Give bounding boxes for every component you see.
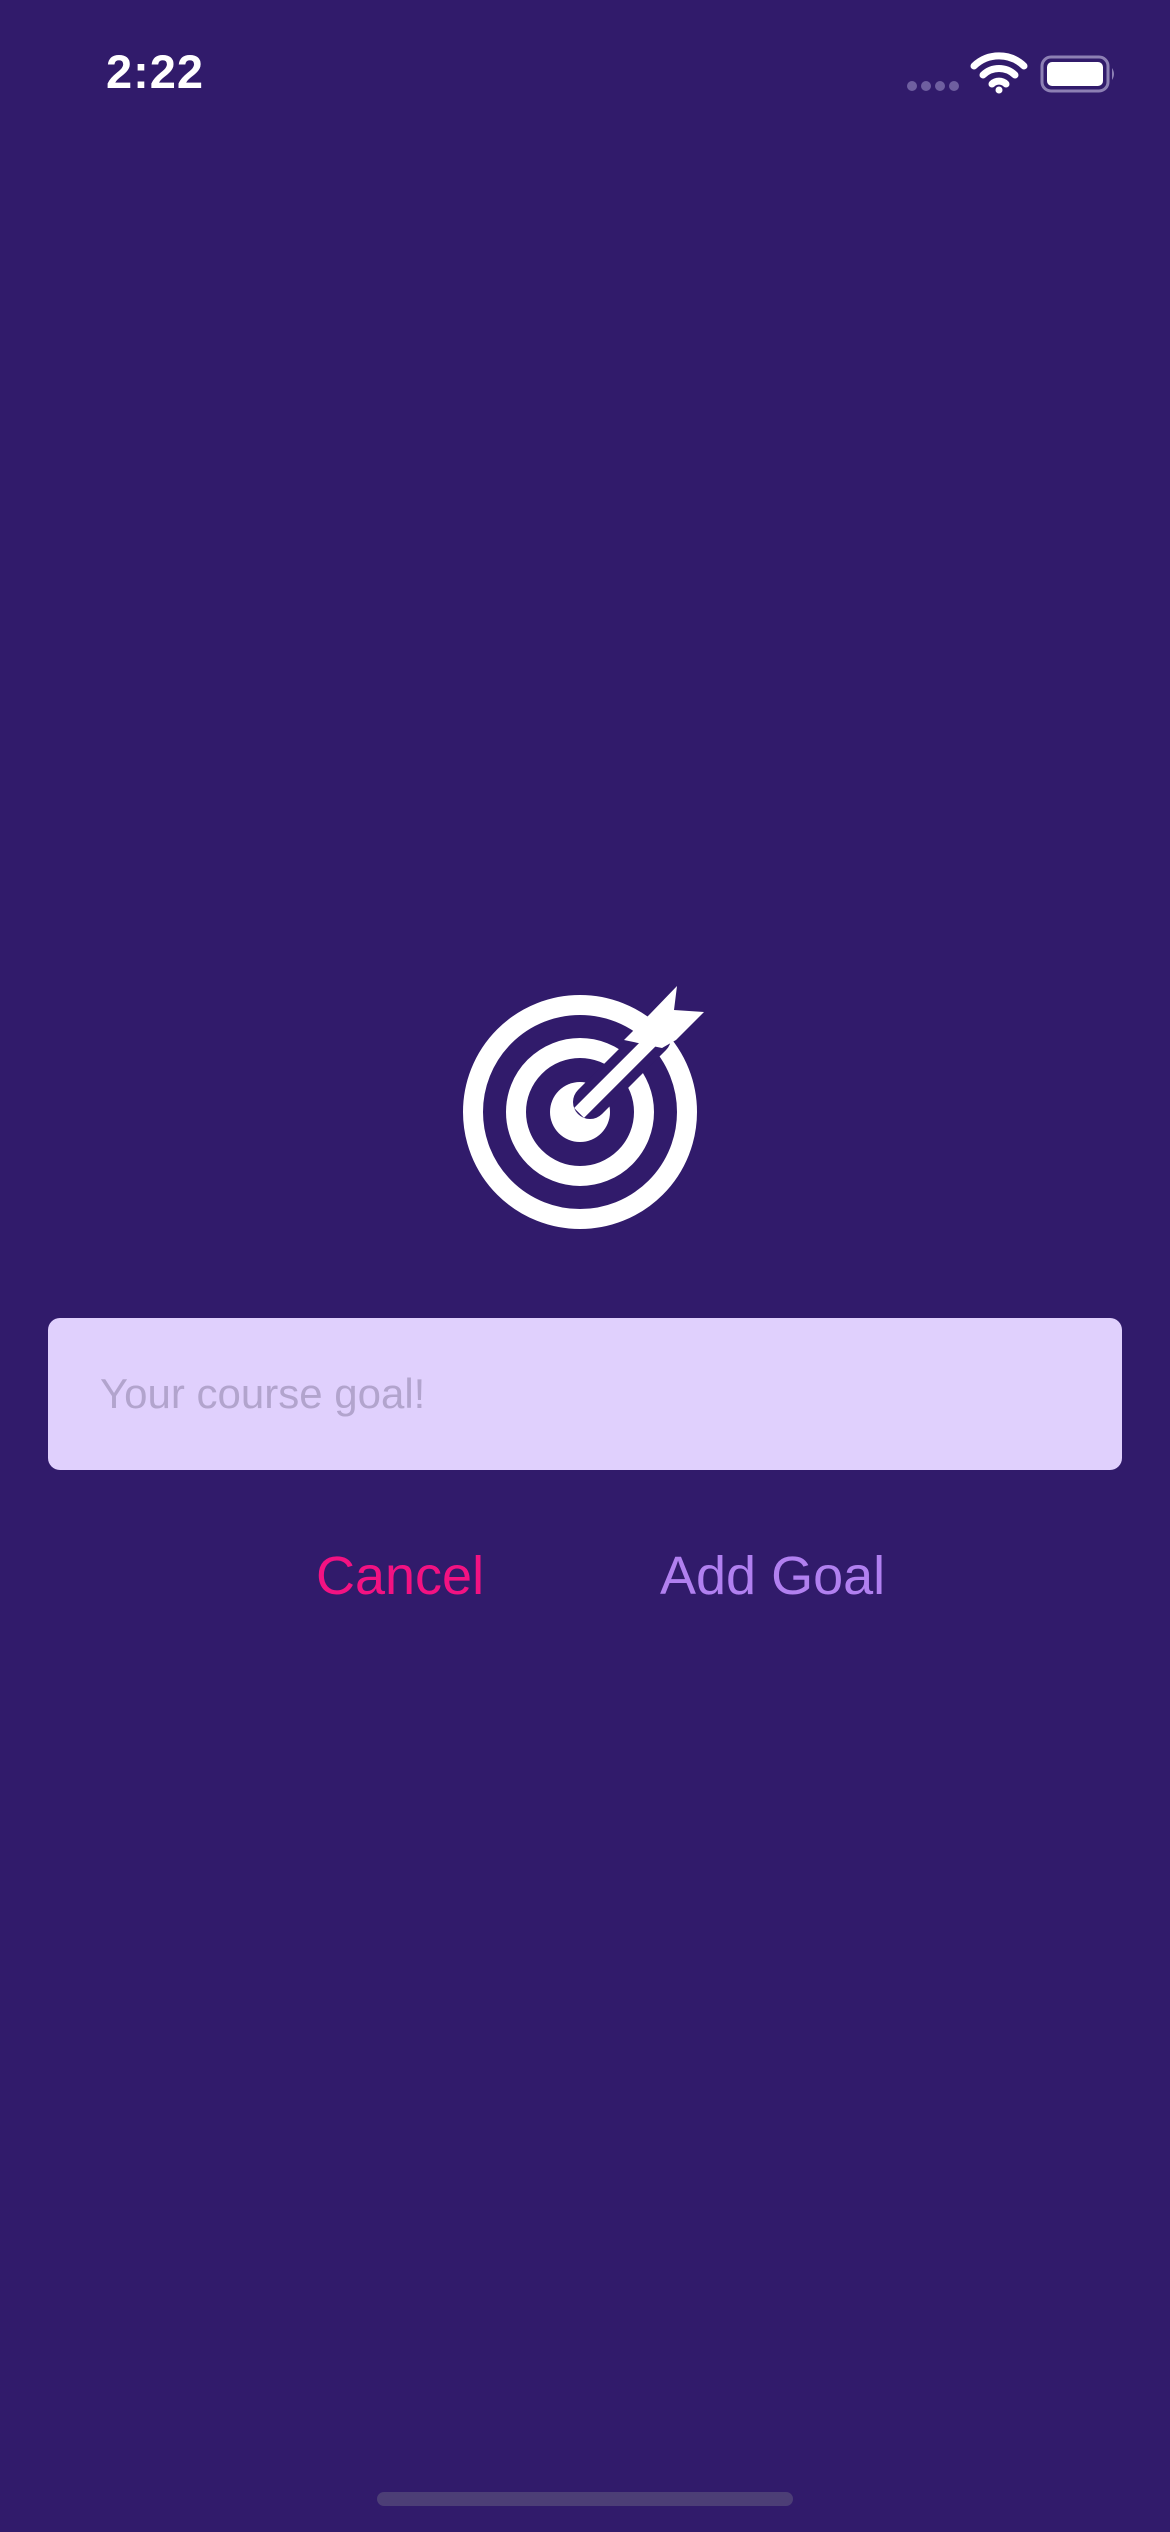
goal-input[interactable]	[48, 1318, 1122, 1470]
battery-icon	[1040, 55, 1114, 93]
status-bar: 2:22	[0, 0, 1170, 150]
status-time: 2:22	[106, 45, 205, 98]
add-goal-button[interactable]: Add Goal	[660, 1536, 885, 1616]
home-indicator	[377, 2492, 793, 2506]
cancel-button[interactable]: Cancel	[316, 1536, 484, 1616]
wifi-icon	[970, 52, 1028, 94]
cellular-signal-icon	[907, 81, 959, 91]
target-with-arrow-icon	[463, 986, 704, 1229]
